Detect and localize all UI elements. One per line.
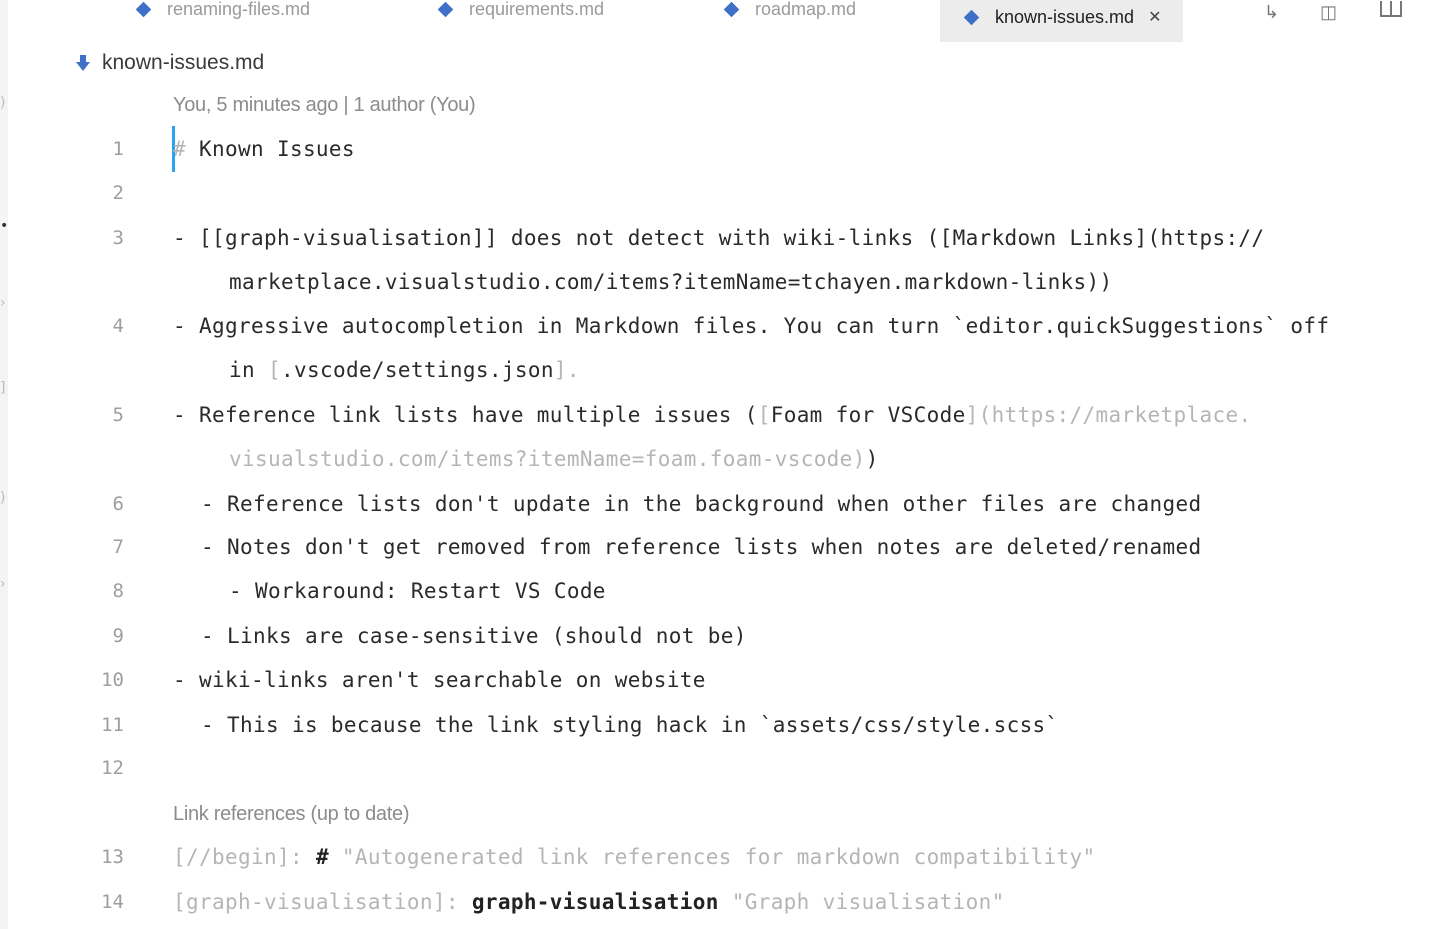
line-number: 8 bbox=[112, 580, 124, 602]
tab-renaming-files[interactable]: renaming-files.md bbox=[135, 0, 311, 26]
editor-line[interactable]: 7 - Notes don't get removed from referen… bbox=[0, 527, 1450, 567]
editor-line[interactable]: 1 # Known Issues bbox=[0, 129, 1450, 169]
line-text: # Known Issues bbox=[173, 129, 355, 169]
line-number: 5 bbox=[112, 404, 124, 426]
link-url[interactable]: visualstudio.com/items?itemName=foam.foa… bbox=[229, 447, 866, 471]
link-bracket: [ bbox=[267, 358, 281, 382]
markdown-file-icon bbox=[437, 1, 454, 17]
markdown-file-icon bbox=[135, 1, 152, 17]
tab-bar: renaming-files.md requirements.md roadma… bbox=[8, 0, 1450, 42]
tab-label: roadmap.md bbox=[755, 0, 857, 19]
heading-text: Known Issues bbox=[186, 137, 355, 161]
line-text-wrapped: visualstudio.com/items?itemName=foam.foa… bbox=[229, 439, 879, 479]
markdown-file-icon bbox=[723, 1, 740, 17]
line-number: 10 bbox=[101, 669, 124, 691]
link-url[interactable]: ](https://marketplace. bbox=[966, 403, 1252, 427]
tab-roadmap[interactable]: roadmap.md bbox=[723, 0, 857, 26]
line-text: - Links are case-sensitive (should not b… bbox=[201, 624, 747, 648]
markdown-file-icon bbox=[963, 9, 980, 25]
line-number: 13 bbox=[101, 846, 124, 868]
tab-known-issues[interactable]: known-issues.md ✕ bbox=[940, 0, 1184, 42]
codelens-link-references[interactable]: Link references (up to date) bbox=[173, 803, 409, 826]
line-number: 7 bbox=[112, 536, 124, 558]
line-text-wrapped: in [.vscode/settings.json]. bbox=[229, 350, 580, 390]
markdown-file-icon bbox=[76, 55, 90, 71]
line-text: - Reference lists don't update in the ba… bbox=[201, 492, 1202, 516]
link-text[interactable]: Foam for VSCode bbox=[771, 403, 966, 427]
line-text: [//begin]: # "Autogenerated link referen… bbox=[173, 837, 1096, 877]
ref-hash: # bbox=[315, 845, 329, 869]
heading-marker: # bbox=[173, 137, 186, 161]
tab-label: renaming-files.md bbox=[167, 0, 311, 19]
line-number: 9 bbox=[112, 625, 124, 647]
editor-line[interactable]: 3 - [[graph-visualisation]] does not det… bbox=[0, 218, 1450, 258]
line-number: 4 bbox=[112, 315, 124, 337]
line-text: - wiki-links aren't searchable on websit… bbox=[173, 668, 706, 692]
editor-line[interactable]: 6 - Reference lists don't update in the … bbox=[0, 484, 1450, 524]
line-number: 2 bbox=[112, 182, 124, 204]
link-bracket: ]. bbox=[553, 358, 580, 382]
line-number: 3 bbox=[112, 227, 124, 249]
close-icon[interactable]: ✕ bbox=[1148, 7, 1161, 27]
line-text: - This is because the link styling hack … bbox=[201, 713, 1059, 737]
editor-line[interactable]: 12 bbox=[0, 748, 1450, 788]
ref-target[interactable]: graph-visualisation bbox=[472, 890, 719, 914]
line-number: 1 bbox=[112, 138, 124, 160]
ref-label: [graph-visualisation]: bbox=[173, 890, 472, 914]
tab-label: requirements.md bbox=[469, 0, 605, 19]
line-number: 14 bbox=[101, 891, 124, 913]
ref-title: "Autogenerated link references for markd… bbox=[328, 845, 1096, 869]
line-text: - [[graph-visualisation]] does not detec… bbox=[173, 226, 1265, 250]
editor-line-wrap[interactable]: visualstudio.com/items?itemName=foam.foa… bbox=[0, 439, 1450, 479]
editor-line[interactable]: 2 bbox=[0, 173, 1450, 213]
editor-line[interactable]: 11 - This is because the link styling ha… bbox=[0, 705, 1450, 745]
line-text: - Aggressive autocompletion in Markdown … bbox=[173, 314, 1330, 338]
wiki-link[interactable]: .vscode/settings.json bbox=[281, 358, 554, 382]
line-text: [graph-visualisation]: graph-visualisati… bbox=[173, 882, 1005, 922]
editor-line-wrap[interactable]: marketplace.visualstudio.com/items?itemN… bbox=[0, 262, 1450, 302]
line-text: - Workaround: Restart VS Code bbox=[229, 579, 606, 603]
editor-line[interactable]: 10 - wiki-links aren't searchable on web… bbox=[0, 660, 1450, 700]
preview-icon[interactable]: ◫ bbox=[1320, 2, 1337, 23]
breadcrumb[interactable]: known-issues.md bbox=[76, 50, 264, 76]
line-number: 6 bbox=[112, 493, 124, 515]
ref-title: "Graph visualisation" bbox=[718, 890, 1005, 914]
line-text: - Reference link lists have multiple iss… bbox=[173, 395, 1251, 435]
ref-label: [//begin]: bbox=[173, 845, 316, 869]
text-segment: - Reference link lists have multiple iss… bbox=[173, 403, 758, 427]
line-number: 11 bbox=[101, 714, 124, 736]
editor-line[interactable]: 13 [//begin]: # "Autogenerated link refe… bbox=[0, 837, 1450, 877]
text-segment: ) bbox=[865, 447, 879, 471]
codelens-blame[interactable]: You, 5 minutes ago | 1 author (You) bbox=[173, 94, 476, 117]
editor-line[interactable]: 14 [graph-visualisation]: graph-visualis… bbox=[0, 882, 1450, 922]
split-editor-icon[interactable] bbox=[1380, 1, 1402, 17]
editor-line-wrap[interactable]: in [.vscode/settings.json]. bbox=[0, 350, 1450, 390]
editor-line[interactable]: 5 - Reference link lists have multiple i… bbox=[0, 395, 1450, 435]
line-text: - Notes don't get removed from reference… bbox=[201, 535, 1202, 559]
editor-line[interactable]: 4 - Aggressive autocompletion in Markdow… bbox=[0, 306, 1450, 346]
editor-line[interactable]: 8 - Workaround: Restart VS Code bbox=[0, 571, 1450, 611]
tab-requirements[interactable]: requirements.md bbox=[437, 0, 605, 26]
fold-marker-icon: ) bbox=[0, 95, 6, 111]
wrap-prefix: in bbox=[229, 358, 268, 382]
tab-label: known-issues.md bbox=[995, 6, 1135, 27]
editor-line[interactable]: 9 - Links are case-sensitive (should not… bbox=[0, 616, 1450, 656]
line-text-wrapped: marketplace.visualstudio.com/items?itemN… bbox=[229, 270, 1113, 294]
link-bracket: [ bbox=[757, 403, 771, 427]
line-number: 12 bbox=[101, 757, 124, 779]
breadcrumb-file[interactable]: known-issues.md bbox=[102, 51, 264, 75]
open-changes-icon[interactable]: ↳ bbox=[1264, 2, 1279, 23]
